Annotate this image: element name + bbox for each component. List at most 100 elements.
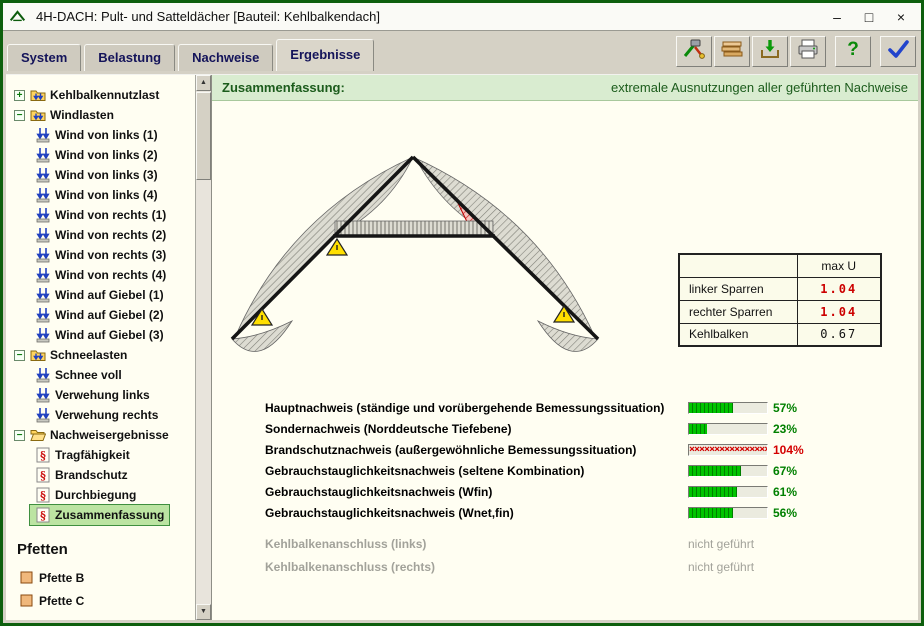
tree-item-label: Wind von rechts (4) [55, 268, 166, 282]
tree-item-schnee-voll[interactable]: Schnee voll [30, 365, 127, 385]
load-icon [34, 387, 51, 403]
title-bar: 4H-DACH: Pult- und Satteldächer [Bauteil… [3, 3, 921, 31]
table-row: linker Sparren1.04 [679, 277, 881, 300]
tree-item-wind-von-links-2[interactable]: Wind von links (2) [30, 145, 163, 165]
paragraph-icon: § [34, 487, 51, 503]
check-percent: 23% [773, 422, 797, 436]
load-icon [34, 367, 51, 383]
help-button[interactable]: ? [835, 36, 871, 67]
app-roof-icon [9, 9, 26, 25]
load-icon [34, 247, 51, 263]
export-button[interactable] [752, 36, 788, 67]
tree-item-zusammenfassung[interactable]: §Zusammenfassung [30, 505, 169, 525]
tree-item-schneelasten[interactable]: − Schneelasten [10, 345, 132, 365]
print-button[interactable] [790, 36, 826, 67]
check-note: nicht geführt [688, 560, 754, 574]
progress-bar-fill: ×××××××××××××××××× [689, 445, 767, 455]
help-icon: ? [841, 38, 865, 65]
sidebar-scrollbar[interactable]: ▲ ▼ [195, 75, 211, 620]
tree-item-label: Schneelasten [50, 348, 127, 362]
content-title: Zusammenfassung: [222, 80, 345, 95]
minimize-button[interactable]: – [821, 5, 853, 29]
check-label: Hauptnachweis (ständige und vorübergehen… [265, 401, 688, 415]
collapse-icon[interactable]: − [14, 350, 25, 361]
tree-item-label: Durchbiegung [55, 488, 136, 502]
tree-item-label: Wind von links (4) [55, 188, 158, 202]
load-icon [34, 407, 51, 423]
tree-item-wind-von-rechts-1[interactable]: Wind von rechts (1) [30, 205, 171, 225]
sidebar-tree: + Kehlbalkennutzlast −Windlasten Wind von l… [6, 75, 195, 620]
check-label: Gebrauchstauglichkeitsnachweis (Wfin) [265, 485, 688, 499]
check-label: Gebrauchstauglichkeitsnachweis (seltene … [265, 464, 688, 478]
tab-strip: SystemBelastungNachweiseErgebnisse [7, 39, 377, 71]
load-icon [34, 327, 51, 343]
tree-item-kehlbalkennutzlast[interactable]: + Kehlbalkennutzlast [10, 85, 164, 105]
tree-item-label: Wind von links (3) [55, 168, 158, 182]
check-percent: 56% [773, 506, 797, 520]
tree-item-label: Schnee voll [55, 368, 122, 382]
tree-item-pfette-c[interactable]: Pfette C [14, 589, 89, 612]
pfetten-header: Pfetten [17, 541, 195, 558]
tree-item-wind-von-rechts-3[interactable]: Wind von rechts (3) [30, 245, 171, 265]
tab-system[interactable]: System [7, 44, 81, 71]
tree-item-wind-auf-giebel-3[interactable]: Wind auf Giebel (3) [30, 325, 169, 345]
window-controls: –□× [821, 5, 917, 29]
load-icon [34, 287, 51, 303]
tree-item-verwehung-links[interactable]: Verwehung links [30, 385, 155, 405]
close-button[interactable]: × [885, 5, 917, 29]
paragraph-icon: § [34, 447, 51, 463]
expand-icon[interactable]: + [14, 90, 25, 101]
tree-item-label: Kehlbalkennutzlast [50, 88, 159, 102]
tree-item-durchbiegung[interactable]: § Durchbiegung [30, 485, 141, 505]
collapse-icon[interactable]: − [14, 110, 25, 121]
lumber-button[interactable] [714, 36, 750, 67]
tree-item-wind-von-links-3[interactable]: Wind von links (3) [30, 165, 163, 185]
check-row-hauptnachweis-st-ndige-und-vor-bergehende-bemessungssituation: Hauptnachweis (ständige und vorübergehen… [265, 397, 910, 418]
tree-item-wind-von-links-1[interactable]: Wind von links (1) [30, 125, 163, 145]
main-area: + Kehlbalkennutzlast −Windlasten Wind von l… [6, 74, 918, 620]
load-icon [34, 187, 51, 203]
tree-item-wind-von-links-4[interactable]: Wind von links (4) [30, 185, 163, 205]
tools-button[interactable] [676, 36, 712, 67]
load-icon [34, 167, 51, 183]
tree-item-nachweisergebnisse[interactable]: −Nachweisergebnisse [10, 425, 174, 445]
confirm-button[interactable] [880, 36, 916, 67]
tab-nachweise[interactable]: Nachweise [178, 44, 273, 71]
progress-bar [688, 507, 768, 519]
tree-item-wind-von-rechts-2[interactable]: Wind von rechts (2) [30, 225, 171, 245]
load-icon [34, 227, 51, 243]
check-label: Brandschutznachweis (außergewöhnliche Be… [265, 443, 688, 457]
maximize-button[interactable]: □ [853, 5, 885, 29]
check-label: Kehlbalkenanschluss (rechts) [265, 560, 688, 574]
scroll-down-icon[interactable]: ▼ [196, 604, 211, 620]
check-row-kehlbalkenanschluss-links: Kehlbalkenanschluss (links)nicht geführt [265, 532, 910, 555]
pfette-icon [18, 593, 35, 609]
svg-text:§: § [40, 469, 46, 482]
checks-list: Hauptnachweis (ständige und vorübergehen… [265, 397, 910, 578]
tools-icon [682, 38, 706, 65]
progress-bar: ×××××××××××××××××× [688, 444, 768, 456]
scroll-up-icon[interactable]: ▲ [196, 75, 211, 91]
tree-item-tragf-higkeit[interactable]: §Tragfähigkeit [30, 445, 135, 465]
tree-item-label: Wind von rechts (1) [55, 208, 166, 222]
folder-load-icon [29, 107, 46, 123]
collapse-icon[interactable]: − [14, 430, 25, 441]
tree-item-wind-von-rechts-4[interactable]: Wind von rechts (4) [30, 265, 171, 285]
tree-item-pfette-b[interactable]: Pfette B [14, 566, 89, 589]
tab-ergebnisse[interactable]: Ergebnisse [276, 39, 374, 71]
check-percent: 67% [773, 464, 797, 478]
tree-item-wind-auf-giebel-1[interactable]: Wind auf Giebel (1) [30, 285, 169, 305]
tree-item-windlasten[interactable]: −Windlasten [10, 105, 119, 125]
export-icon [758, 38, 782, 65]
tab-belastung[interactable]: Belastung [84, 44, 175, 71]
tree-item-wind-auf-giebel-2[interactable]: Wind auf Giebel (2) [30, 305, 169, 325]
tree-item-verwehung-rechts[interactable]: Verwehung rechts [30, 405, 163, 425]
window-title: 4H-DACH: Pult- und Satteldächer [Bauteil… [36, 9, 815, 24]
tree-item-brandschutz[interactable]: §Brandschutz [30, 465, 133, 485]
tree-item-label: Wind von links (1) [55, 128, 158, 142]
check-label: Kehlbalkenanschluss (links) [265, 537, 688, 551]
scrollbar-thumb[interactable] [196, 92, 211, 180]
tree-item-label: Zusammenfassung [55, 508, 164, 522]
content-subtitle: extremale Ausnutzungen aller geführten N… [611, 80, 908, 95]
member-label: Kehlbalken [679, 323, 797, 346]
